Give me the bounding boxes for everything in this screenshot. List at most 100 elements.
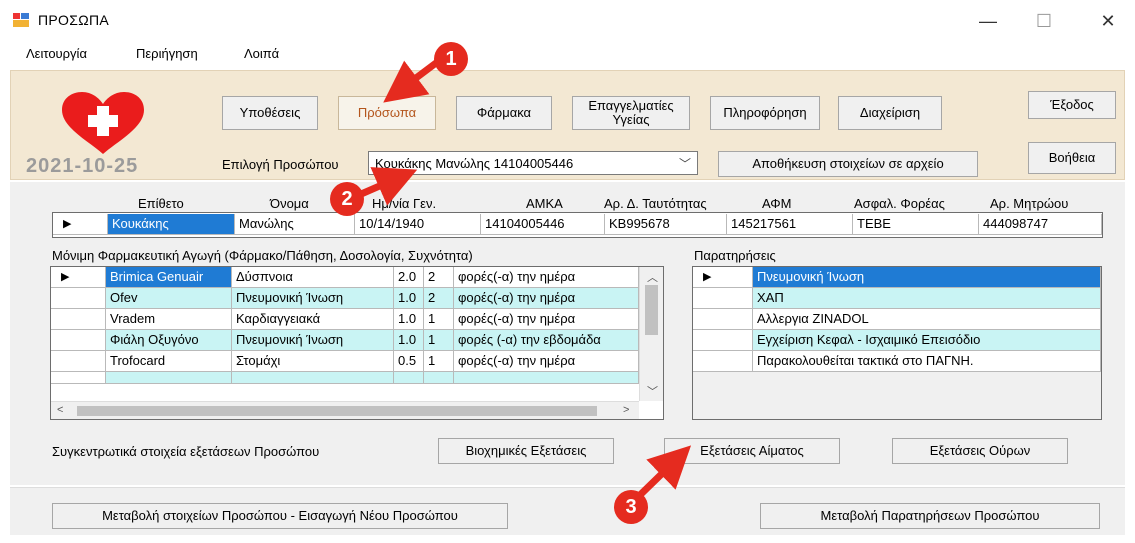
med-frequency[interactable]: φορές(-α) την ημέρα <box>454 351 639 372</box>
chevron-down-icon[interactable]: ﹀ <box>679 155 691 172</box>
callout-badge-3: 3 <box>614 490 648 524</box>
row-header[interactable] <box>693 351 753 372</box>
med-dose[interactable]: 1.0 <box>394 288 424 309</box>
med-frequency[interactable]: φορές (-α) την εβδομάδα <box>454 330 639 351</box>
med-condition[interactable]: Πνευμονική Ίνωση <box>232 288 394 309</box>
med-frequency[interactable]: φορές(-α) την ημέρα <box>454 309 639 330</box>
med-condition[interactable]: Στομάχι <box>232 351 394 372</box>
pliroforisi-button[interactable]: Πληροφόρηση <box>710 96 820 130</box>
row-header[interactable] <box>51 288 106 309</box>
menu-loipa[interactable]: Λοιπά <box>244 46 279 61</box>
health-logo-icon <box>62 92 144 154</box>
med-frequency[interactable]: φορές(-α) την ημέρα <box>454 267 639 288</box>
person-select-value: Κουκάκης Μανώλης 14104005446 <box>375 156 574 171</box>
note-item[interactable]: Πνευμονική Ίνωση <box>753 267 1101 288</box>
row-pointer-icon[interactable]: ▶ <box>53 214 108 235</box>
app-icon <box>13 13 29 27</box>
med-name[interactable]: Vradem <box>106 309 232 330</box>
notes-table: ▶ Πνευμονική Ίνωση ΧΑΠ Αλλεργια ZINADOL … <box>692 266 1102 420</box>
person-select-label: Επιλογή Προσώπου <box>222 157 339 172</box>
row-header[interactable] <box>693 309 753 330</box>
med-frequency[interactable]: φορές(-α) την ημέρα <box>454 288 639 309</box>
current-date: 2021-10-25 <box>26 155 139 177</box>
edit-notes-button[interactable]: Μεταβολή Παρατηρήσεων Προσώπου <box>760 503 1100 529</box>
med-dose[interactable]: 0.5 <box>394 351 424 372</box>
medication-hscrollbar[interactable]: < > <box>51 401 639 419</box>
diaxeirisi-button[interactable]: Διαχείριση <box>838 96 942 130</box>
menu-bar: Λειτουργία Περιήγηση Λοιπά <box>10 40 1125 68</box>
minimize-icon[interactable]: — <box>965 6 1011 36</box>
scroll-thumb[interactable] <box>645 285 658 335</box>
med-condition[interactable]: Καρδιαγγειακά <box>232 309 394 330</box>
partial-row <box>454 372 639 384</box>
urine-exams-button[interactable]: Εξετάσεις Ούρων <box>892 438 1068 464</box>
help-button[interactable]: Βοήθεια <box>1028 142 1116 174</box>
note-item[interactable]: Παρακολουθείται τακτικά στο ΠΑΓΝΗ. <box>753 351 1101 372</box>
scroll-right-icon[interactable]: > <box>623 404 629 416</box>
med-name[interactable]: Ofev <box>106 288 232 309</box>
cell-surname[interactable]: Κουκάκης <box>108 214 235 235</box>
partial-row <box>394 372 424 384</box>
med-count[interactable]: 2 <box>424 288 454 309</box>
med-dose[interactable]: 2.0 <box>394 267 424 288</box>
note-item[interactable]: ΧΑΠ <box>753 288 1101 309</box>
title-bar: ΠΡΟΣΩΠΑ — ☐ ✕ <box>0 0 1135 40</box>
row-header[interactable] <box>693 330 753 351</box>
maximize-icon[interactable]: ☐ <box>1021 6 1067 36</box>
notes-label: Παρατηρήσεις <box>694 248 776 263</box>
header-insurance: Ασφαλ. Φορέας <box>854 196 945 211</box>
edit-person-button[interactable]: Μεταβολή στοιχείων Προσώπου - Εισαγωγή Ν… <box>52 503 508 529</box>
med-dose[interactable]: 1.0 <box>394 309 424 330</box>
note-item[interactable]: Εγχείριση Κεφαλ - Ισχαιμικό Επεισόδιο <box>753 330 1101 351</box>
med-condition[interactable]: Πνευμονική Ίνωση <box>232 330 394 351</box>
row-pointer-icon[interactable]: ▶ <box>51 267 106 288</box>
exit-button[interactable]: Έξοδος <box>1028 91 1116 119</box>
menu-periigisi[interactable]: Περιήγηση <box>136 46 198 61</box>
row-header[interactable] <box>51 309 106 330</box>
save-to-file-button[interactable]: Αποθήκευση στοιχείων σε αρχείο <box>718 151 978 177</box>
exams-label: Συγκεντρωτικά στοιχεία εξετάσεων Προσώπο… <box>52 444 320 459</box>
person-table: ▶ Κουκάκης Μανώλης 10/14/1940 1410400544… <box>52 212 1103 238</box>
prosopa-button[interactable]: Πρόσωπα <box>338 96 436 130</box>
cell-name[interactable]: Μανώλης <box>235 214 355 235</box>
epaggelmaties-button[interactable]: Επαγγελματίες Υγείας <box>572 96 690 130</box>
medication-label: Μόνιμη Φαρμακευτική Αγωγή (Φάρμακο/Πάθησ… <box>52 248 473 263</box>
med-name[interactable]: Trofocard <box>106 351 232 372</box>
med-dose[interactable]: 1.0 <box>394 330 424 351</box>
cell-amka[interactable]: 14104005446 <box>481 214 605 235</box>
row-header[interactable] <box>51 330 106 351</box>
med-count[interactable]: 1 <box>424 351 454 372</box>
menu-leitourgia[interactable]: Λειτουργία <box>26 46 87 61</box>
row-header[interactable] <box>693 288 753 309</box>
row-header[interactable] <box>51 351 106 372</box>
cell-registry-no[interactable]: 444098747 <box>979 214 1102 235</box>
med-name[interactable]: Φιάλη Οξυγόνο <box>106 330 232 351</box>
biochem-exams-button[interactable]: Βιοχημικές Εξετάσεις <box>438 438 614 464</box>
row-header[interactable] <box>51 372 106 384</box>
med-count[interactable]: 2 <box>424 267 454 288</box>
scroll-down-icon[interactable]: ﹀ <box>647 383 658 399</box>
scroll-thumb[interactable] <box>77 406 597 416</box>
cell-insurance[interactable]: ΤΕΒΕ <box>853 214 979 235</box>
scroll-left-icon[interactable]: < <box>57 404 63 416</box>
person-select[interactable]: Κουκάκης Μανώλης 14104005446 ﹀ <box>368 151 698 175</box>
cell-afm[interactable]: 145217561 <box>727 214 853 235</box>
medication-vscrollbar[interactable]: ︿ ﹀ <box>639 267 663 401</box>
blood-exams-button[interactable]: Εξετάσεις Αίματος <box>664 438 840 464</box>
hypotheseis-button[interactable]: Υποθέσεις <box>222 96 318 130</box>
partial-row <box>424 372 454 384</box>
farmaka-button[interactable]: Φάρμακα <box>456 96 552 130</box>
cell-id-card[interactable]: ΚΒ995678 <box>605 214 727 235</box>
row-pointer-icon[interactable]: ▶ <box>693 267 753 288</box>
partial-row <box>232 372 394 384</box>
medication-table: ▶ Brimica Genuair Δύσπνοια 2.0 2 φορές(-… <box>50 266 664 420</box>
med-condition[interactable]: Δύσπνοια <box>232 267 394 288</box>
note-item[interactable]: Αλλεργια ZINADOL <box>753 309 1101 330</box>
header-registry-no: Αρ. Μητρώου <box>990 196 1069 211</box>
cell-birthdate[interactable]: 10/14/1940 <box>355 214 481 235</box>
med-count[interactable]: 1 <box>424 309 454 330</box>
close-icon[interactable]: ✕ <box>1085 6 1131 36</box>
scroll-up-icon[interactable]: ︿ <box>647 269 658 285</box>
med-name[interactable]: Brimica Genuair <box>106 267 232 288</box>
med-count[interactable]: 1 <box>424 330 454 351</box>
